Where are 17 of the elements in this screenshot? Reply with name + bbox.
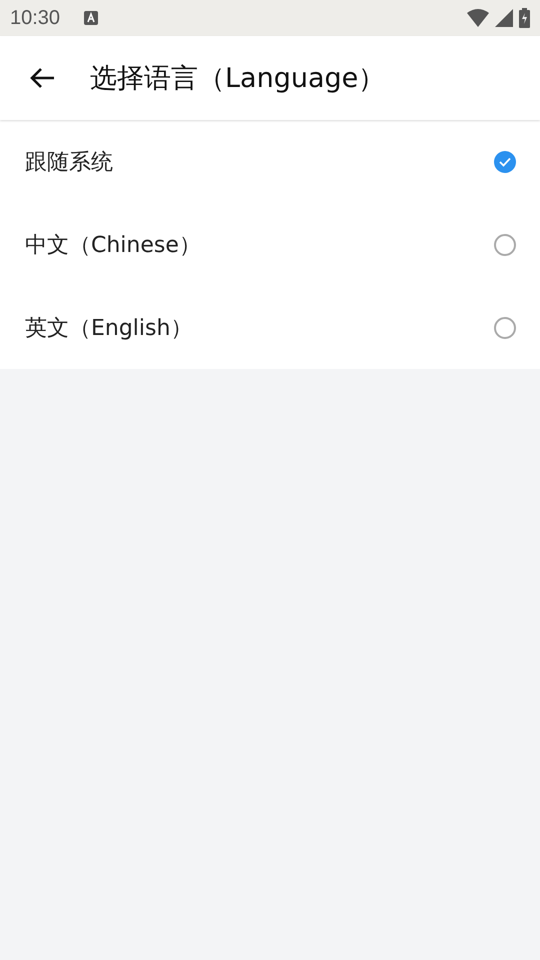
battery-icon [519, 8, 530, 28]
check-icon [499, 156, 511, 166]
radio-button[interactable] [494, 234, 516, 256]
keyboard-notification-icon [84, 11, 98, 25]
option-label: 跟随系统 [25, 148, 113, 176]
back-arrow-icon [29, 67, 55, 89]
language-option[interactable]: 英文（English） [0, 286, 540, 369]
option-label: 中文（Chinese） [25, 232, 201, 260]
signal-icon [495, 9, 513, 27]
status-time: 10:30 [10, 6, 60, 30]
radio-button[interactable] [494, 316, 516, 338]
language-option[interactable]: 中文（Chinese） [0, 203, 540, 286]
option-label: 英文（English） [25, 314, 192, 342]
language-option[interactable]: 跟随系统 [0, 120, 540, 203]
page-title: 选择语言（Language） [90, 62, 386, 96]
wifi-icon [467, 9, 489, 27]
radio-button[interactable] [494, 150, 516, 172]
